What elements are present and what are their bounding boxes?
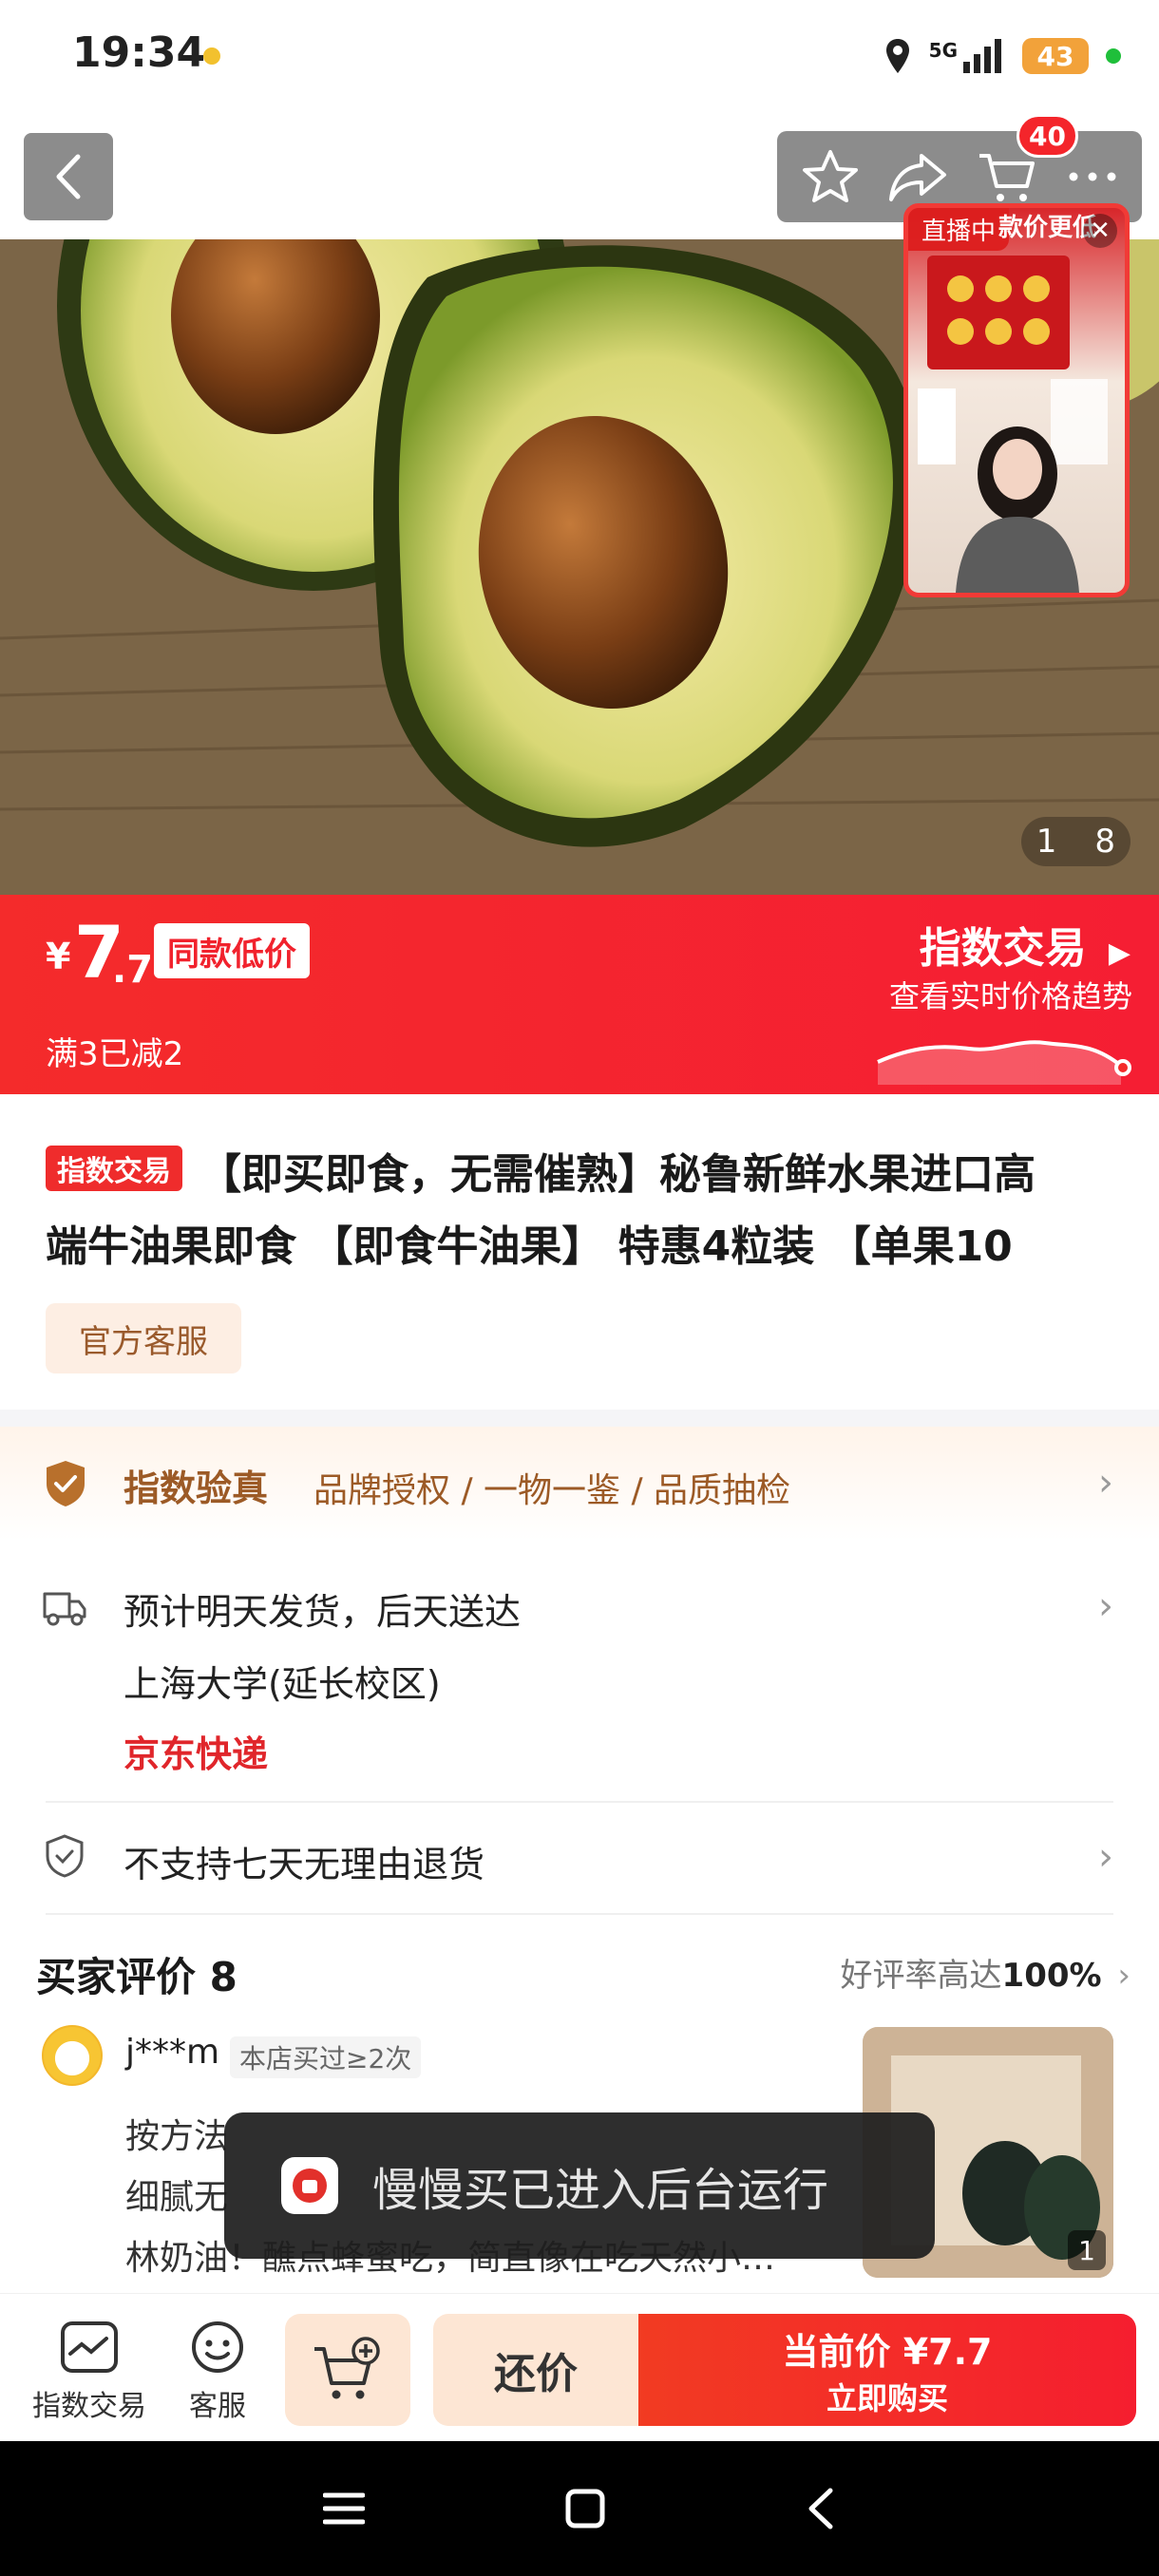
price-decimal: .7: [112, 948, 154, 992]
index-trade-label: 指数交易: [919, 924, 1087, 973]
back-button[interactable]: [24, 133, 113, 220]
positive-rate-value: 100%: [1001, 1957, 1102, 1995]
status-icons: 5G 43: [884, 34, 1121, 78]
cart-count-badge: 40: [1016, 114, 1078, 158]
return-policy[interactable]: 不支持七天无理由退货: [124, 1835, 484, 1887]
cart-icon[interactable]: [976, 148, 1038, 205]
signal-icon: [963, 39, 1001, 73]
shipping-address[interactable]: 上海大学(延长校区): [124, 1655, 441, 1707]
system-navigation-bar: [0, 2441, 1159, 2576]
live-stream-preview: [918, 256, 1108, 593]
chevron-right-icon: ›: [1098, 1835, 1113, 1879]
live-banner: 款价更低: [998, 214, 1098, 242]
product-title-line2: 端牛油果即食 【即食牛油果】 特惠4粒装 【单果10: [46, 1222, 1013, 1271]
add-to-cart-button[interactable]: [285, 2314, 410, 2426]
gallery-total: 8: [1094, 823, 1115, 861]
divider: [46, 1913, 1113, 1915]
product-title-line1: 【即买即食，无需催熟】秘鲁新鲜水果进口高: [200, 1150, 1036, 1199]
notification-icon: [201, 46, 222, 70]
price-trend-icon: [877, 1040, 1131, 1085]
shipping-eta[interactable]: 预计明天发货，后天送达: [124, 1582, 521, 1635]
low-price-badge: 同款低价: [154, 923, 310, 978]
official-service-button[interactable]: 官方客服: [46, 1303, 241, 1373]
index-trade-tag: 指数交易: [46, 1146, 182, 1191]
price-currency: ¥: [46, 936, 71, 977]
live-tag: 直播中: [908, 208, 1010, 251]
chevron-right-icon: ›: [1098, 1461, 1113, 1505]
verify-items: 品牌授权 / 一物一鉴 / 品质抽检: [314, 1471, 791, 1510]
menu-icon[interactable]: [323, 2490, 365, 2528]
more-icon[interactable]: [1066, 169, 1119, 184]
shipping-carrier: 京东快递: [124, 1733, 269, 1775]
bottom-index-trade-label: 指数交易: [32, 2390, 146, 2423]
back-icon[interactable]: [806, 2487, 836, 2530]
gallery-current: 1: [1036, 823, 1057, 861]
bottom-service[interactable]: 客服: [188, 2320, 247, 2424]
network-label: 5G: [928, 39, 958, 62]
buy-now-price: 当前价 ¥7.7: [782, 2330, 993, 2373]
favorite-star-icon[interactable]: [801, 148, 860, 205]
live-stream-popup[interactable]: 直播中 款价更低 ✕: [903, 203, 1130, 597]
reviewer-name: j***m: [125, 2033, 220, 2072]
divider: [46, 1801, 1113, 1803]
shield-check-icon: [47, 1461, 85, 1506]
section-divider: [0, 1410, 1159, 1427]
reviews-title[interactable]: 买家评价 8: [36, 1945, 238, 2003]
chevron-right-icon: ▶: [1108, 937, 1130, 970]
close-icon[interactable]: ✕: [1083, 214, 1117, 248]
chart-box-icon: [61, 2321, 118, 2373]
bargain-button[interactable]: 还价: [433, 2314, 638, 2426]
privacy-dot: [1106, 48, 1121, 64]
verify-title: 指数验真: [124, 1468, 269, 1509]
chevron-right-icon: ›: [1117, 1957, 1130, 1995]
buy-now-label: 立即购买: [826, 2379, 948, 2416]
toast-message: 慢慢买已进入后台运行: [372, 2164, 829, 2217]
battery-icon: 43: [1022, 38, 1089, 74]
home-icon[interactable]: [564, 2488, 606, 2529]
repeat-buyer-badge: 本店买过≥2次: [230, 2036, 422, 2078]
positive-rate[interactable]: 好评率高达100% ›: [841, 1949, 1130, 1996]
gallery-indicator: 1 8: [1020, 817, 1130, 866]
positive-rate-label: 好评率高达: [840, 1957, 1002, 1995]
cart-plus-icon: [314, 2337, 380, 2399]
service-face-icon: [192, 2321, 243, 2373]
buy-now-button[interactable]: 当前价 ¥7.7 立即购买: [638, 2314, 1136, 2426]
bottom-service-label: 客服: [189, 2390, 246, 2423]
price-trend-link[interactable]: 查看实时价格趋势: [889, 973, 1132, 1016]
bottom-index-trade[interactable]: 指数交易: [32, 2320, 146, 2424]
share-icon[interactable]: [887, 150, 948, 203]
review-image-count: 1: [1068, 2230, 1106, 2270]
back-arrow-icon: [56, 154, 81, 199]
app-icon: [281, 2157, 338, 2214]
status-time: 19:34: [72, 28, 206, 77]
chevron-right-icon: ›: [1098, 1584, 1113, 1628]
shield-outline-icon: [46, 1834, 84, 1878]
background-toast: 慢慢买已进入后台运行: [224, 2112, 935, 2259]
promo-text: 满3已减2: [46, 1035, 184, 1073]
index-trade-link[interactable]: 指数交易 ▶: [920, 914, 1130, 975]
truck-icon: [43, 1592, 86, 1626]
location-icon: [885, 39, 909, 73]
avatar: [42, 2025, 103, 2086]
